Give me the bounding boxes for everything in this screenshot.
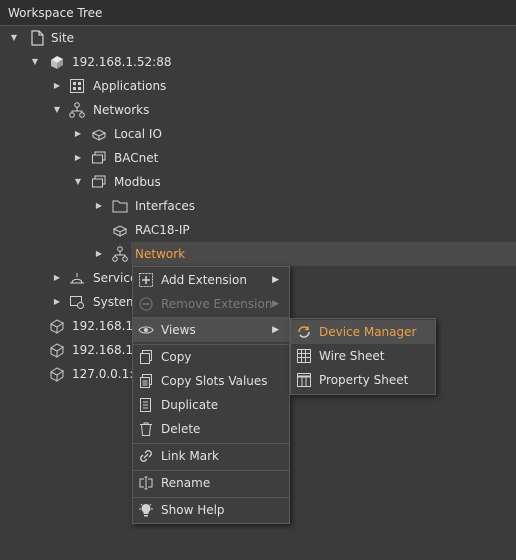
menu-label: Remove Extension [161,297,273,311]
station-offline-icon [48,341,66,359]
tree-node-station-main[interactable]: ▼ 192.168.1.52:88 [0,50,516,74]
copy-icon [137,348,155,366]
menu-label: Rename [161,476,211,490]
submenu-item-device-manager[interactable]: Device Manager [291,320,435,344]
tree-node-rac18-ip[interactable]: RAC18-IP [0,218,516,242]
tree-label: Modbus [114,175,161,189]
tree-node-modbus[interactable]: ▼ Modbus [0,170,516,194]
panel-title: Workspace Tree [0,0,516,26]
menu-item-views[interactable]: Views ▶ [133,318,289,342]
tree-node-bacnet[interactable]: ▶ BACnet [0,146,516,170]
menu-label: Copy Slots Values [161,374,268,388]
menu-label: Delete [161,422,201,436]
submenu-arrow-icon: ▶ [272,325,279,335]
menu-label: Device Manager [319,325,417,339]
tree-label: Network [135,247,186,261]
remove-extension-icon [137,295,155,313]
tree-label: Applications [93,79,167,93]
expand-arrow-icon[interactable]: ▶ [73,122,83,146]
tree-label: Networks [93,103,150,117]
menu-label: Wire Sheet [319,349,385,363]
system-icon [68,293,86,311]
add-extension-icon [137,271,155,289]
tree-label: Interfaces [135,199,195,213]
device-icon [111,221,129,239]
link-icon [137,447,155,465]
tree-label: BACnet [114,151,159,165]
menu-item-copy-slots-values[interactable]: Copy Slots Values [133,369,289,393]
network-icon [111,245,129,263]
menu-label: Property Sheet [319,373,409,387]
stacked-windows-icon [90,149,108,167]
tree-node-site[interactable]: ▼ Site [0,26,516,50]
station-offline-icon [48,317,66,335]
menu-label: Link Mark [161,449,219,463]
tree-label: 192.168.1.52:88 [72,55,172,69]
tree-node-interfaces[interactable]: ▶ Interfaces [0,194,516,218]
services-icon [68,269,86,287]
lightbulb-icon [137,501,155,519]
applications-icon [68,77,86,95]
expand-arrow-icon[interactable]: ▶ [94,242,104,266]
views-submenu: Device Manager Wire Sheet Property Sheet [290,318,436,395]
expand-arrow-icon[interactable]: ▶ [73,146,83,170]
tree-node-networks[interactable]: ▼ Networks [0,98,516,122]
tree-node-local-io[interactable]: ▶ Local IO [0,122,516,146]
duplicate-icon [137,396,155,414]
station-icon [48,53,66,71]
trash-icon [137,420,155,438]
eye-icon [137,321,155,339]
folder-icon [111,197,129,215]
submenu-item-property-sheet[interactable]: Property Sheet [291,368,435,392]
expand-arrow-icon[interactable]: ▶ [94,194,104,218]
expand-arrow-icon[interactable]: ▶ [52,74,62,98]
menu-item-duplicate[interactable]: Duplicate [133,393,289,417]
expand-arrow-icon[interactable]: ▶ [52,266,62,290]
network-icon [68,101,86,119]
document-icon [28,29,46,47]
menu-item-remove-extension[interactable]: Remove Extension ▶ [133,292,289,316]
rename-icon [137,474,155,492]
expand-arrow-icon[interactable]: ▼ [9,26,19,50]
menu-item-delete[interactable]: Delete [133,417,289,441]
grid-icon [295,347,313,365]
tree-label: Site [51,31,75,45]
copy-slots-icon [137,372,155,390]
device-icon [90,125,108,143]
submenu-item-wire-sheet[interactable]: Wire Sheet [291,344,435,368]
tree-label: Local IO [114,127,162,141]
submenu-arrow-icon: ▶ [272,299,279,309]
stacked-windows-icon [90,173,108,191]
expand-arrow-icon[interactable]: ▶ [52,290,62,314]
menu-label: Show Help [161,503,225,517]
menu-item-rename[interactable]: Rename [133,471,289,495]
station-offline-icon [48,365,66,383]
context-menu: Add Extension ▶ Remove Extension ▶ Views… [132,266,290,524]
tree-label: RAC18-IP [135,223,190,237]
menu-item-copy[interactable]: Copy [133,345,289,369]
tree-label: 127.0.0.1:1 [72,367,141,381]
expand-arrow-icon[interactable]: ▼ [30,50,40,74]
menu-label: Duplicate [161,398,219,412]
menu-item-add-extension[interactable]: Add Extension ▶ [133,268,289,292]
menu-label: Add Extension [161,273,247,287]
menu-label: Views [161,323,196,337]
expand-arrow-icon[interactable]: ▼ [52,98,62,122]
expand-arrow-icon[interactable]: ▼ [73,170,83,194]
menu-item-link-mark[interactable]: Link Mark [133,444,289,468]
tree-node-network[interactable]: ▶ Network [0,242,516,266]
menu-item-show-help[interactable]: Show Help [133,498,289,522]
device-manager-icon [295,323,313,341]
submenu-arrow-icon: ▶ [272,275,279,285]
tree-node-applications[interactable]: ▶ Applications [0,74,516,98]
table-columns-icon [295,371,313,389]
menu-label: Copy [161,350,192,364]
